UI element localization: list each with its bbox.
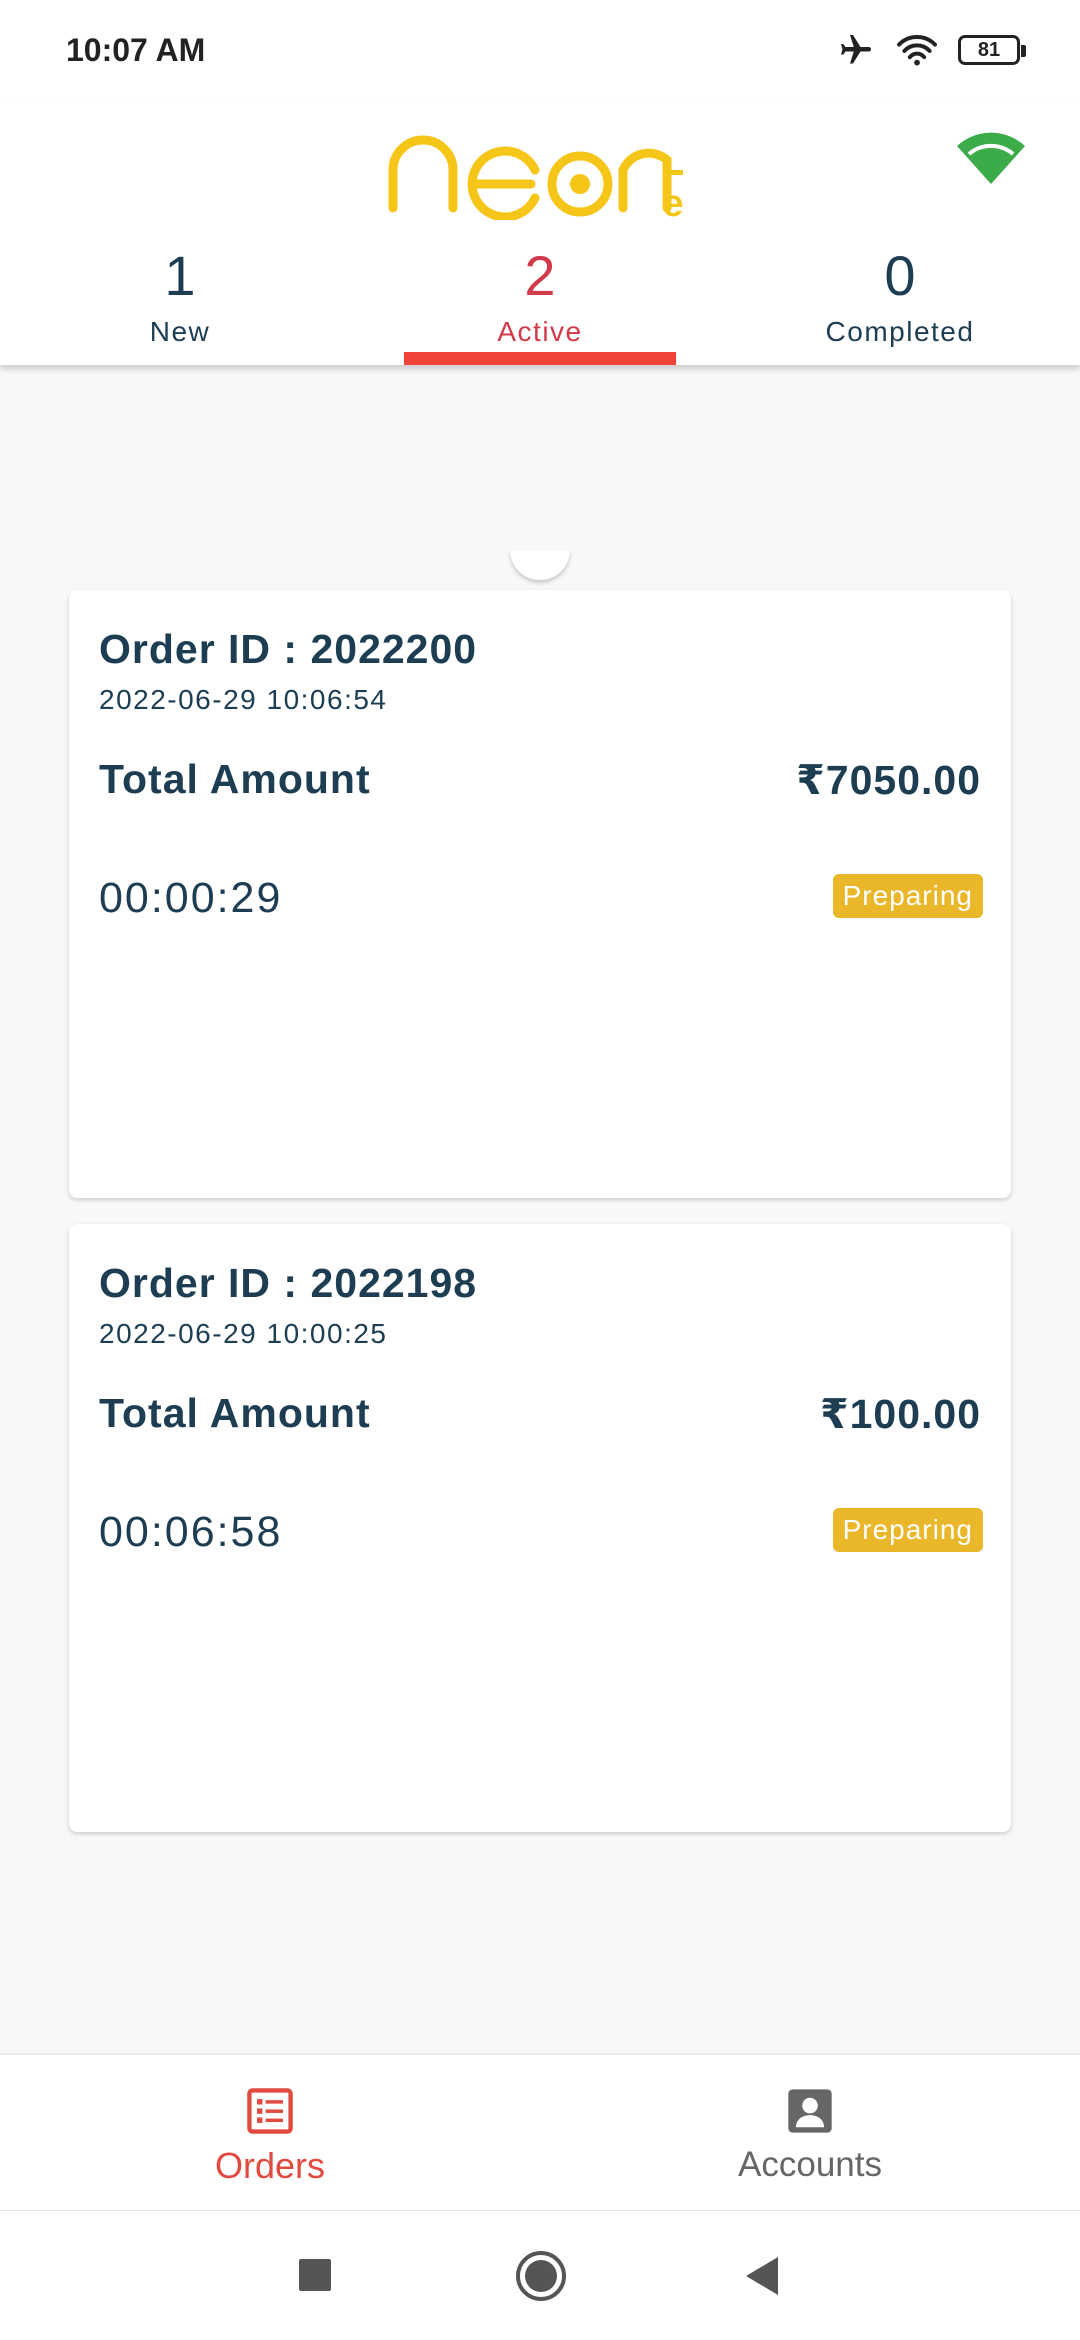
battery-icon: 81 <box>958 35 1026 65</box>
order-id: Order ID : 2022198 <box>99 1260 478 1306</box>
tab-new[interactable]: 1 New <box>0 235 360 365</box>
tab-new-count: 1 <box>164 244 196 307</box>
order-card[interactable]: Order ID : 2022200 2022-06-29 10:06:54 T… <box>69 590 1011 1198</box>
wifi-icon <box>897 35 937 66</box>
order-status-tabs: 1 New 2 Active 0 Completed <box>0 235 1080 365</box>
status-time: 10:07 AM <box>66 31 206 68</box>
account-icon <box>788 2089 832 2133</box>
active-tab-indicator <box>404 352 676 365</box>
tab-completed-count: 0 <box>884 244 916 307</box>
total-amount-value: ₹100.00 <box>820 1391 981 1437</box>
total-amount-label: Total Amount <box>99 1390 371 1436</box>
status-badge: Preparing <box>832 1508 983 1552</box>
order-timer: 00:00:29 <box>99 874 283 922</box>
tab-active-count: 2 <box>524 244 556 307</box>
neon-logo: e <box>388 135 684 220</box>
tab-new-label: New <box>149 316 211 347</box>
nav-orders[interactable]: Orders <box>0 2055 540 2210</box>
bottom-navigation: Orders Accounts <box>0 2053 1080 2210</box>
status-icons: 81 <box>836 32 1026 68</box>
battery-level: 81 <box>977 38 1001 61</box>
tab-completed[interactable]: 0 Completed <box>720 235 1080 365</box>
total-amount-value: ₹7050.00 <box>796 757 981 803</box>
orders-screen: 10:07 AM 81 e 1 New 2 Active 0 Completed… <box>0 0 1080 2340</box>
total-amount-label: Total Amount <box>99 756 371 802</box>
order-card[interactable]: Order ID : 2022198 2022-06-29 10:00:25 T… <box>69 1224 1011 1832</box>
tab-active[interactable]: 2 Active <box>360 235 720 365</box>
app-header: e 1 New 2 Active 0 Completed <box>0 100 1080 365</box>
status-bar: 10:07 AM 81 <box>0 0 1080 100</box>
airplane-mode-icon <box>841 35 871 64</box>
home-circle-icon[interactable] <box>514 2249 568 2303</box>
system-navigation-bar <box>0 2210 1080 2340</box>
back-triangle-icon[interactable] <box>742 2249 782 2303</box>
status-badge: Preparing <box>832 874 983 918</box>
tab-completed-label: Completed <box>825 316 975 347</box>
svg-text:e: e <box>662 183 683 220</box>
order-id: Order ID : 2022200 <box>99 626 478 672</box>
nav-accounts[interactable]: Accounts <box>540 2055 1080 2210</box>
refresh-indicator <box>510 550 570 580</box>
order-datetime: 2022-06-29 10:06:54 <box>99 684 388 715</box>
order-datetime: 2022-06-29 10:00:25 <box>99 1318 388 1349</box>
nav-orders-label: Orders <box>214 2145 326 2186</box>
order-timer: 00:06:58 <box>99 1508 283 1556</box>
tab-active-label: Active <box>497 316 583 347</box>
recents-square-icon[interactable] <box>298 2249 332 2303</box>
orders-list-icon <box>247 2088 293 2134</box>
nav-accounts-label: Accounts <box>738 2145 882 2184</box>
wifi-connected-icon[interactable] <box>955 132 1027 186</box>
